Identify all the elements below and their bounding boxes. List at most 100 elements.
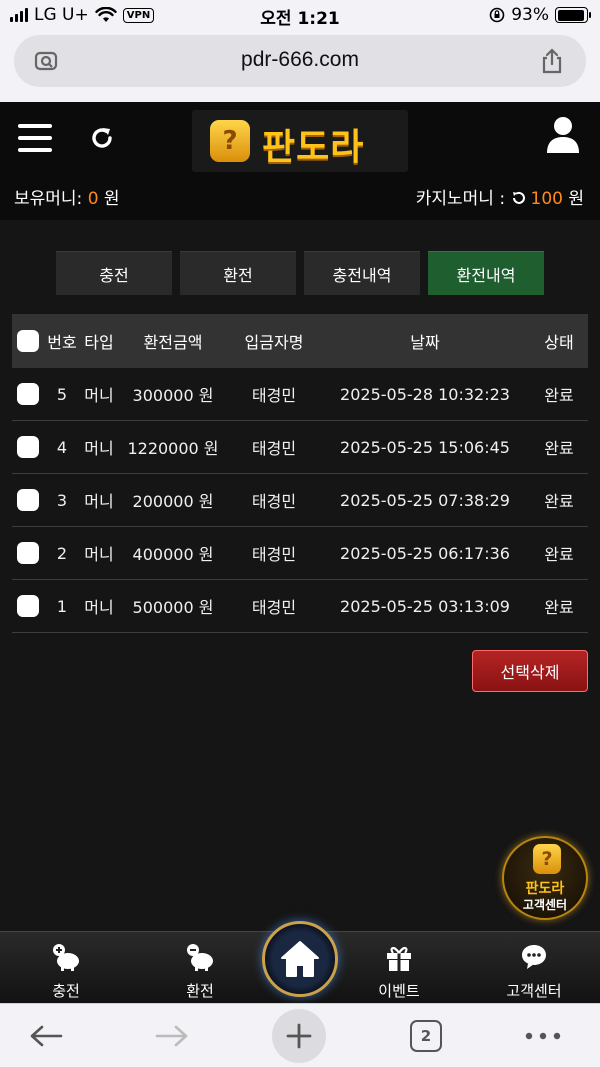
nav-charge-label: 충전 <box>52 982 80 1000</box>
row-checkbox-cell <box>12 436 44 458</box>
piggy-minus-icon <box>187 944 213 971</box>
cell-status: 완료 <box>544 439 574 458</box>
cell-type: 머니 <box>84 545 114 564</box>
cell-depositor: 태경민 <box>251 386 297 405</box>
tab-exchange-history[interactable]: 환전내역 <box>428 251 544 295</box>
wallet-money: 보유머니: 0 원 <box>14 184 120 209</box>
cell-amount: 500000 원 <box>132 598 214 617</box>
cell-no: 2 <box>56 543 68 563</box>
hamburger-icon[interactable] <box>18 124 52 154</box>
customer-center-float-button[interactable]: ? 판도라 고객센터 <box>502 836 588 920</box>
tab-charge-history[interactable]: 충전내역 <box>304 251 420 295</box>
cell-type: 머니 <box>84 598 114 617</box>
delete-selected-button[interactable]: 선택삭제 <box>472 650 588 692</box>
row-checkbox[interactable] <box>17 489 39 511</box>
cell-date: 2025-05-25 03:13:09 <box>340 596 510 616</box>
cell-no: 1 <box>56 596 68 616</box>
cell-depositor: 태경민 <box>251 439 297 458</box>
gift-icon <box>387 947 411 971</box>
battery-icon <box>555 7 591 23</box>
logo-question-icon: ? <box>210 120 250 162</box>
cell-type: 머니 <box>84 492 114 511</box>
status-right: 93% <box>489 5 591 25</box>
row-checkbox[interactable] <box>17 542 39 564</box>
select-all-checkbox[interactable] <box>17 330 39 352</box>
row-checkbox[interactable] <box>17 595 39 617</box>
site-logo[interactable]: ? 판도라 <box>192 110 408 172</box>
header-amount: 환전금액 <box>143 333 203 352</box>
cell-amount: 300000 원 <box>132 386 214 405</box>
url-text[interactable]: pdr-666.com <box>14 48 586 72</box>
back-icon <box>30 1025 63 1047</box>
cell-status: 완료 <box>544 598 574 617</box>
url-bar[interactable]: pdr-666.com <box>14 35 586 87</box>
chat-support-icon <box>522 945 546 969</box>
nav-event-label: 이벤트 <box>378 982 420 1000</box>
table-row: 4 머니 1220000 원 태경민 2025-05-25 15:06:45 완… <box>12 421 588 474</box>
battery-level <box>557 9 584 21</box>
cell-depositor: 태경민 <box>251 598 297 617</box>
cell-no: 5 <box>56 384 68 404</box>
header-type: 타입 <box>84 333 114 352</box>
cell-amount: 1220000 원 <box>127 439 219 458</box>
cell-depositor: 태경민 <box>251 545 297 564</box>
more-button[interactable] <box>524 1018 562 1054</box>
tabs-button[interactable]: 2 <box>410 1018 442 1054</box>
casino-value: 100 <box>530 189 563 209</box>
cs-brand: 판도라 <box>525 881 565 897</box>
nav-support-label: 고객센터 <box>506 982 562 1000</box>
cell-type: 머니 <box>84 386 114 405</box>
cell-no: 3 <box>56 490 68 510</box>
nav-event[interactable]: 이벤트 <box>349 942 449 1001</box>
cell-status: 완료 <box>544 545 574 564</box>
exchange-history-table: 번호 타입 환전금액 입금자명 날짜 상태 5 머니 300000 원 태경민 … <box>12 314 588 633</box>
piggy-plus-icon <box>53 944 79 971</box>
logo-text: 판도라 <box>262 127 365 168</box>
cell-amount: 400000 원 <box>132 545 214 564</box>
forward-icon <box>155 1025 188 1047</box>
browser-url-area: pdr-666.com <box>0 32 600 102</box>
refresh-icon[interactable] <box>88 124 116 152</box>
cell-depositor: 태경민 <box>251 492 297 511</box>
wallet-value: 0 <box>87 189 99 209</box>
tab-charge[interactable]: 충전 <box>56 251 172 295</box>
row-checkbox[interactable] <box>17 436 39 458</box>
cell-date: 2025-05-25 15:06:45 <box>340 437 510 457</box>
orientation-lock-icon <box>489 7 505 23</box>
row-checkbox-cell <box>12 383 44 405</box>
share-icon[interactable] <box>538 47 566 75</box>
plus-icon <box>286 1023 312 1049</box>
table-row: 5 머니 300000 원 태경민 2025-05-28 10:32:23 완료 <box>12 368 588 421</box>
row-checkbox-cell <box>12 595 44 617</box>
select-all-checkbox-cell <box>12 330 44 352</box>
nav-support[interactable]: 고객센터 <box>484 942 584 1001</box>
forward-button[interactable] <box>154 1018 190 1054</box>
wallet-label: 보유머니: <box>14 189 88 209</box>
cell-date: 2025-05-25 07:38:29 <box>340 490 510 510</box>
cell-no: 4 <box>56 437 68 457</box>
new-tab-button[interactable] <box>272 1009 326 1063</box>
casino-unit: 원 <box>562 189 584 209</box>
home-button[interactable] <box>262 921 338 997</box>
battery-percent: 93% <box>511 5 549 25</box>
cs-question-icon: ? <box>533 844 561 874</box>
tab-bar: 충전 환전 충전내역 환전내역 <box>56 251 544 295</box>
site-header: ? 판도라 보유머니: 0 원 카지노머니 : 100 원 <box>0 102 600 220</box>
user-icon[interactable] <box>546 116 580 154</box>
nav-charge[interactable]: 충전 <box>16 942 116 1001</box>
casino-label: 카지노머니 : <box>415 189 511 209</box>
row-checkbox[interactable] <box>17 383 39 405</box>
cell-amount: 200000 원 <box>132 492 214 511</box>
more-icon <box>525 1032 561 1040</box>
table-row: 1 머니 500000 원 태경민 2025-05-25 03:13:09 완료 <box>12 580 588 633</box>
table-header: 번호 타입 환전금액 입금자명 날짜 상태 <box>12 314 588 368</box>
back-button[interactable] <box>28 1018 64 1054</box>
nav-exchange-label: 환전 <box>186 982 214 1000</box>
casino-refresh-icon[interactable] <box>511 190 527 206</box>
cs-label: 고객센터 <box>522 898 568 912</box>
home-icon <box>281 941 319 977</box>
wallet-unit: 원 <box>98 189 120 209</box>
tab-exchange[interactable]: 환전 <box>180 251 296 295</box>
header-depositor: 입금자명 <box>244 333 304 352</box>
nav-exchange[interactable]: 환전 <box>150 942 250 1001</box>
